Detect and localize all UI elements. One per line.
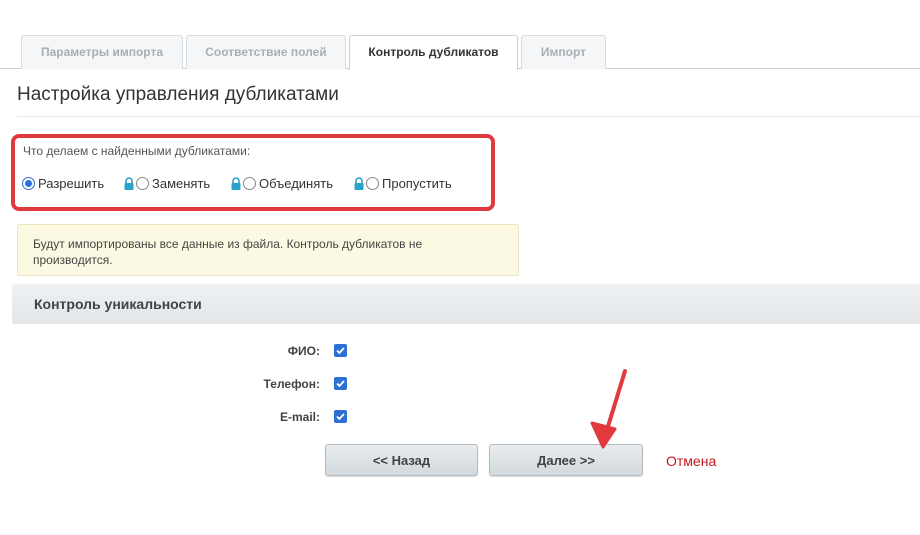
field-row-fio: ФИО:	[180, 342, 380, 362]
tab-duplicate-control[interactable]: Контроль дубликатов	[349, 35, 518, 70]
option-merge[interactable]: Объединять	[230, 176, 333, 191]
tab-import[interactable]: Импорт	[521, 35, 606, 69]
tab-field-mapping[interactable]: Соответствие полей	[186, 35, 346, 69]
option-merge-label: Объединять	[259, 176, 333, 191]
page-title: Настройка управления дубликатами	[17, 84, 339, 105]
option-skip[interactable]: Пропустить	[353, 176, 452, 191]
field-label-phone: Телефон:	[263, 377, 320, 391]
cancel-link[interactable]: Отмена	[666, 453, 716, 469]
option-allow-label: Разрешить	[38, 176, 105, 191]
checkbox-phone[interactable]	[334, 377, 347, 390]
field-label-fio: ФИО:	[287, 344, 320, 358]
duplicate-question: Что делаем с найденными дубликатами:	[23, 144, 251, 158]
option-skip-label: Пропустить	[382, 176, 452, 191]
radio-merge[interactable]	[243, 177, 256, 190]
radio-skip[interactable]	[366, 177, 379, 190]
option-allow[interactable]: Разрешить	[22, 176, 104, 191]
checkbox-fio[interactable]	[334, 344, 347, 357]
lock-icon	[124, 176, 134, 190]
field-label-email: E-mail:	[279, 410, 320, 424]
back-button[interactable]: << Назад	[325, 444, 478, 476]
lock-icon	[231, 176, 241, 190]
red-arrow-annotation	[590, 369, 627, 449]
field-row-phone: Телефон:	[180, 375, 380, 395]
option-replace[interactable]: Заменять	[123, 176, 210, 191]
info-note: Будут импортированы все данные из файла.…	[17, 224, 519, 276]
title-divider	[17, 116, 920, 117]
uniqueness-section-header: Контроль уникальности	[12, 284, 920, 324]
lock-icon	[354, 176, 364, 190]
duplicate-options-highlight: Что делаем с найденными дубликатами: Раз…	[11, 134, 495, 211]
option-replace-label: Заменять	[152, 176, 211, 191]
tab-import-params[interactable]: Параметры импорта	[21, 35, 183, 69]
checkbox-email[interactable]	[334, 410, 347, 423]
tab-bar: Параметры импорта Соответствие полей Кон…	[0, 35, 920, 70]
field-row-email: E-mail:	[180, 408, 380, 428]
radio-allow[interactable]	[22, 177, 35, 190]
radio-replace[interactable]	[136, 177, 149, 190]
